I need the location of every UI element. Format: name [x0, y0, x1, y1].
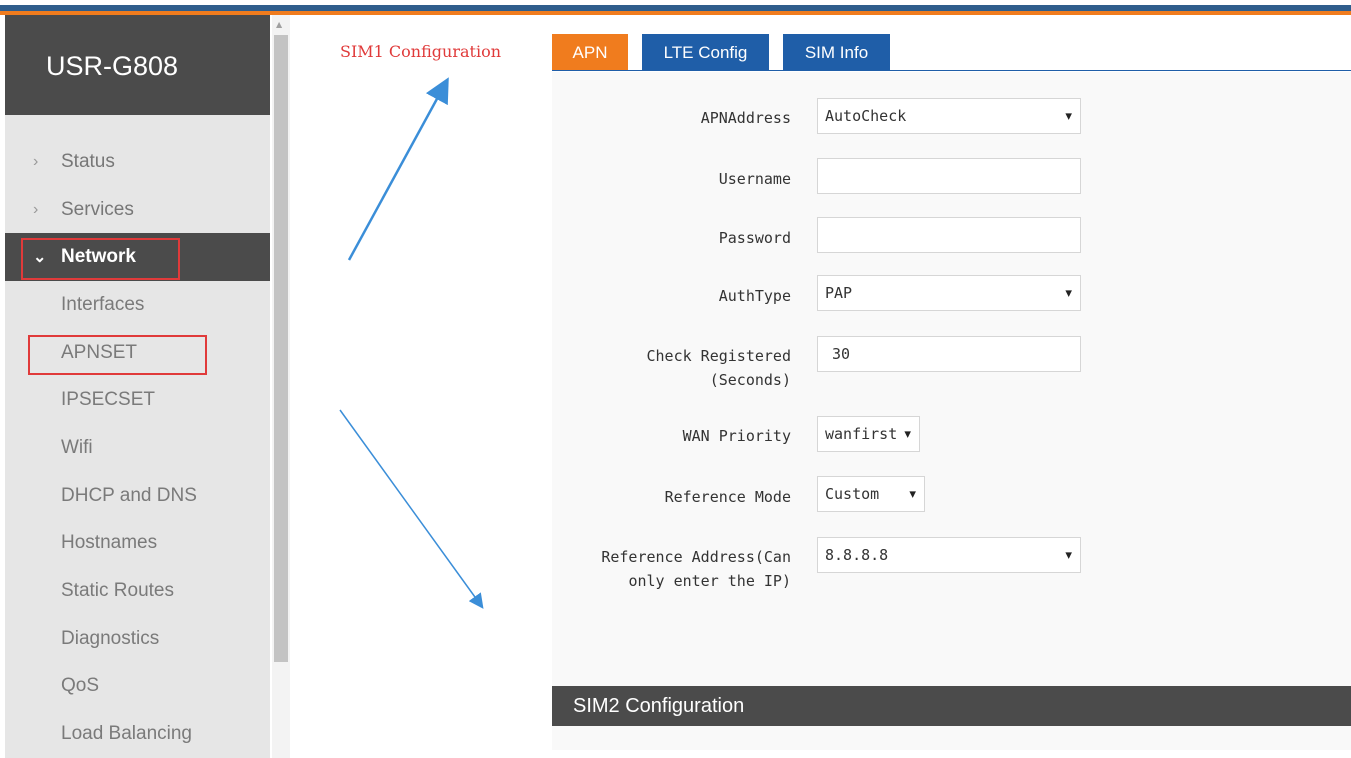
dropdown-arrow-icon: ▼: [1065, 109, 1072, 123]
arrow-down: [339, 409, 484, 609]
check-registered-label: Check Registered (Seconds): [551, 344, 792, 392]
auth-type-value: PAP: [825, 284, 853, 302]
sim2-section-header[interactable]: SIM2 Configuration: [552, 686, 1351, 726]
password-input[interactable]: [817, 217, 1081, 253]
apn-address-label: APNAddress: [700, 109, 791, 127]
dropdown-arrow-icon: ▼: [1065, 286, 1072, 300]
dropdown-arrow-icon: ▼: [904, 427, 911, 441]
sim2-section-body: [552, 726, 1351, 750]
apn-address-select[interactable]: AutoCheck ▼: [817, 98, 1081, 134]
reference-address-label: Reference Address(Can only enter the IP): [551, 545, 791, 593]
auth-type-select[interactable]: PAP ▼: [817, 275, 1081, 311]
reference-address-select[interactable]: 8.8.8.8 ▼: [817, 537, 1081, 573]
reference-address-value: 8.8.8.8: [825, 546, 889, 564]
reference-address-label-line2: only enter the IP): [628, 572, 791, 590]
check-registered-label-line2: (Seconds): [709, 371, 791, 389]
check-registered-input[interactable]: 30: [817, 336, 1081, 372]
wan-priority-value: wanfirst: [825, 425, 898, 443]
check-registered-value: 30: [832, 345, 851, 363]
wan-priority-select[interactable]: wanfirst ▼: [817, 416, 920, 452]
password-label: Password: [718, 229, 791, 247]
reference-mode-label: Reference Mode: [664, 488, 791, 506]
apn-address-value: AutoCheck: [825, 107, 907, 125]
arrow-up: [347, 77, 449, 261]
reference-address-label-line1: Reference Address(Can: [601, 548, 791, 566]
sim2-title: SIM2 Configuration: [573, 694, 745, 717]
tab-sim-info[interactable]: SIM Info: [783, 34, 890, 71]
username-label: Username: [718, 170, 791, 188]
dropdown-arrow-icon: ▼: [909, 487, 916, 501]
tab-underline: [552, 70, 1351, 71]
reference-mode-select[interactable]: Custom ▼: [817, 476, 925, 512]
check-registered-label-line1: Check Registered: [646, 347, 792, 365]
wan-priority-label: WAN Priority: [682, 427, 791, 445]
tab-apn[interactable]: APN: [552, 34, 628, 71]
reference-mode-value: Custom: [825, 485, 880, 503]
dropdown-arrow-icon: ▼: [1065, 548, 1072, 562]
username-input[interactable]: [817, 158, 1081, 194]
auth-type-label: AuthType: [718, 287, 791, 305]
tab-lte-config[interactable]: LTE Config: [642, 34, 769, 71]
